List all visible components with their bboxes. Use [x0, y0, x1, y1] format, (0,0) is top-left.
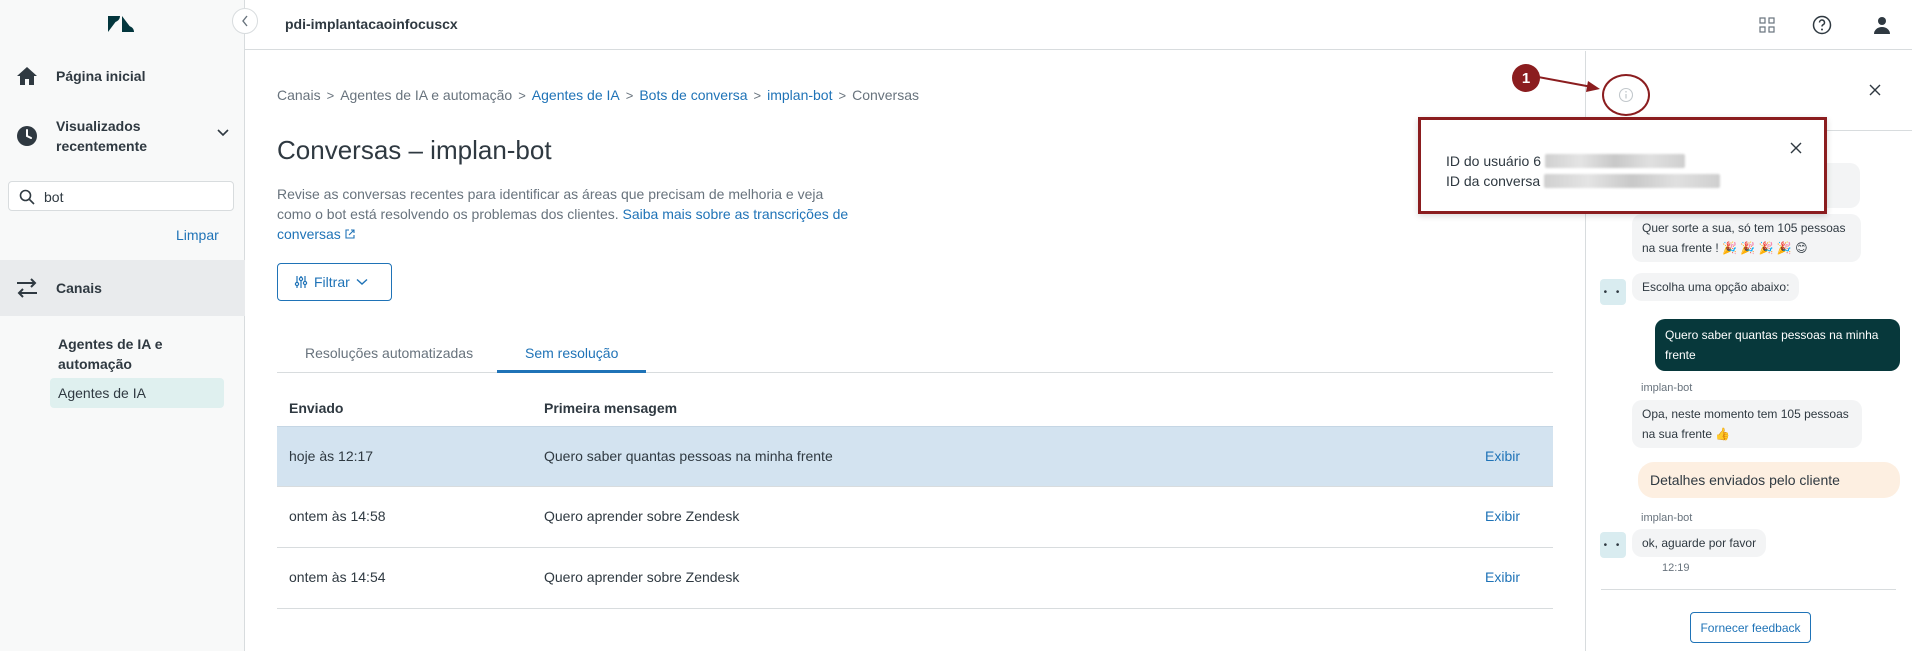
chat-sender: implan-bot — [1641, 512, 1693, 524]
collapse-sidebar-button[interactable] — [232, 8, 258, 34]
close-icon[interactable] — [1790, 142, 1802, 154]
sidebar-search-input[interactable] — [44, 187, 224, 207]
cell-first-message: Quero saber quantas pessoas na minha fre… — [544, 448, 833, 464]
filter-button[interactable]: Filtrar — [277, 263, 392, 301]
top-bar: pdi-implantacaoinfocuscx — [245, 0, 1912, 50]
user-id-label: ID do usuário — [1446, 153, 1530, 169]
breadcrumb-separator: > — [326, 87, 335, 103]
sidebar-search[interactable] — [8, 181, 234, 211]
panel-divider — [1601, 589, 1896, 590]
conversation-id-row: ID da conversa — [1446, 173, 1721, 189]
give-feedback-button[interactable]: Fornecer feedback — [1690, 612, 1811, 643]
conversation-id-label: ID da conversa — [1446, 173, 1541, 189]
nav-home[interactable]: Página inicial — [0, 58, 245, 94]
bot-avatar: • • — [1600, 279, 1626, 305]
breadcrumb-separator: > — [518, 87, 526, 103]
page-title: Conversas – implan-bot — [277, 135, 552, 165]
external-link-icon — [345, 229, 355, 239]
clear-search-link[interactable]: Limpar — [176, 227, 219, 243]
tab-automated-resolutions[interactable]: Resoluções automatizadas — [277, 333, 501, 373]
breadcrumb-separator: > — [625, 87, 634, 103]
column-header-sent[interactable]: Enviado — [289, 400, 343, 416]
home-icon — [14, 63, 40, 89]
filter-icon — [294, 276, 308, 288]
arrows-swap-icon — [14, 275, 40, 301]
chat-message-user: Quero saber quantas pessoas na minha fre… — [1655, 319, 1900, 371]
user-icon[interactable] — [1870, 13, 1894, 37]
chat-timestamp: 12:19 — [1662, 562, 1690, 574]
zendesk-logo[interactable] — [106, 12, 136, 36]
chat-message-bot: Opa, neste momento tem 105 pessoas na su… — [1632, 400, 1862, 448]
column-header-first-message[interactable]: Primeira mensagem — [544, 400, 677, 416]
cell-sent: ontem às 14:54 — [289, 569, 386, 585]
customer-details-note[interactable]: Detalhes enviados pelo cliente — [1638, 462, 1900, 498]
callout-arrow-icon — [1538, 76, 1600, 92]
chevron-left-icon — [242, 15, 248, 27]
chat-sender: implan-bot — [1641, 382, 1693, 394]
cell-sent: hoje às 12:17 — [289, 448, 374, 464]
chat-message-bot: Escolha uma opção abaixo: — [1632, 273, 1800, 301]
table-header: Enviado Primeira mensagem — [277, 392, 1553, 426]
breadcrumb: Canais > Agentes de IA e automação > Age… — [277, 87, 919, 103]
breadcrumb-item: Canais — [277, 87, 321, 103]
table-row[interactable]: hoje às 12:17 Quero saber quantas pessoa… — [277, 426, 1553, 487]
chevron-down-icon[interactable] — [216, 128, 230, 138]
breadcrumb-link[interactable]: implan-bot — [767, 87, 832, 103]
callout-number-badge: 1 — [1512, 64, 1540, 92]
user-id-prefix: 6 — [1533, 153, 1542, 169]
view-link[interactable]: Exibir — [1485, 569, 1520, 585]
user-id-redacted — [1545, 154, 1686, 168]
page-description: Revise as conversas recentes para identi… — [277, 184, 852, 244]
conversation-info-popover: ID do usuário 6 ID da conversa — [1418, 117, 1827, 214]
sidebar-item-ai-agents[interactable]: Agentes de IA — [50, 378, 224, 408]
breadcrumb-current: Conversas — [852, 87, 919, 103]
nav-recent-label: Visualizados recentemente — [56, 118, 148, 154]
breadcrumb-separator: > — [753, 87, 762, 103]
sidebar: Página inicial Visualizados recentemente… — [0, 0, 245, 651]
table-row[interactable]: ontem às 14:54 Quero aprender sobre Zend… — [277, 548, 1553, 609]
conversation-id-redacted — [1544, 174, 1721, 188]
filter-label: Filtrar — [314, 274, 350, 290]
workspace-name: pdi-implantacaoinfocuscx — [285, 16, 458, 32]
user-id-row: ID do usuário 6 — [1446, 153, 1686, 169]
tabs: Resoluções automatizadas Sem resolução — [277, 333, 1553, 373]
chat-message-bot: Quer sorte a sua, só tem 105 pessoas na … — [1632, 214, 1861, 262]
breadcrumb-link[interactable]: Bots de conversa — [639, 87, 747, 103]
close-icon[interactable] — [1868, 83, 1882, 97]
nav-channels-label: Canais — [56, 280, 102, 296]
help-icon[interactable] — [1810, 13, 1834, 37]
history-icon — [14, 123, 40, 149]
view-link[interactable]: Exibir — [1485, 448, 1520, 464]
search-icon — [19, 189, 35, 205]
main-content: Canais > Agentes de IA e automação > Age… — [245, 51, 1585, 651]
grid-icon[interactable] — [1755, 13, 1779, 37]
tab-unresolved[interactable]: Sem resolução — [497, 333, 647, 373]
bot-avatar: • • — [1600, 532, 1626, 558]
cell-first-message: Quero aprender sobre Zendesk — [544, 569, 740, 585]
cell-sent: ontem às 14:58 — [289, 508, 386, 524]
conversation-info-button[interactable] — [1602, 74, 1650, 116]
breadcrumb-link[interactable]: Agentes de IA — [532, 87, 620, 103]
cell-first-message: Quero aprender sobre Zendesk — [544, 508, 740, 524]
nav-recently-viewed[interactable]: Visualizados recentemente — [0, 112, 245, 160]
chevron-down-icon — [356, 278, 368, 285]
breadcrumb-separator: > — [838, 87, 847, 103]
info-icon — [1618, 87, 1634, 103]
chat-message-bot: ok, aguarde por favor — [1632, 529, 1767, 557]
subsection-heading: Agentes de IA e automação — [58, 336, 163, 372]
nav-channels[interactable]: Canais — [0, 260, 245, 316]
nav-home-label: Página inicial — [56, 68, 146, 84]
view-link[interactable]: Exibir — [1485, 508, 1520, 524]
breadcrumb-item: Agentes de IA e automação — [340, 87, 513, 103]
table-row[interactable]: ontem às 14:58 Quero aprender sobre Zend… — [277, 487, 1553, 548]
conversations-table: Enviado Primeira mensagem hoje às 12:17 … — [277, 392, 1553, 609]
